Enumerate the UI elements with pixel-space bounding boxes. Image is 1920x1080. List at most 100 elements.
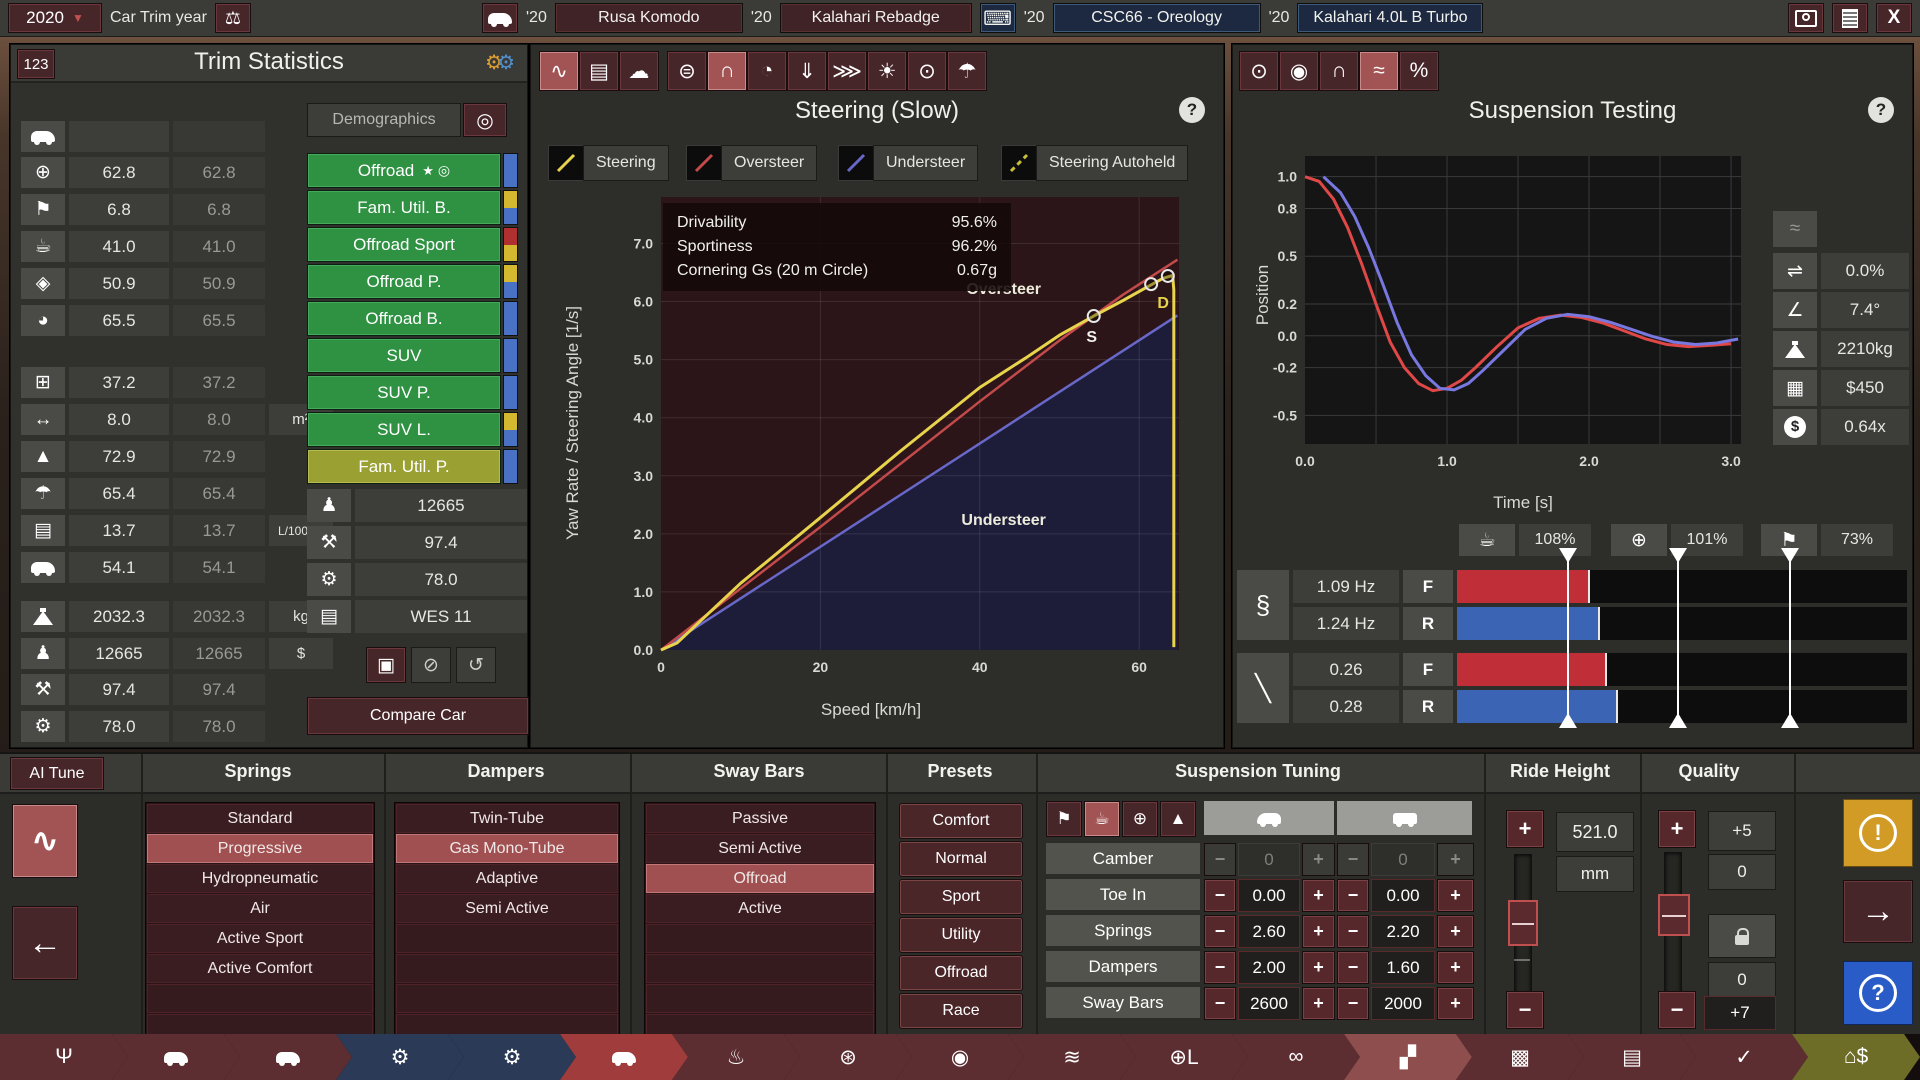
tyre-section-button[interactable]: ⊜ [667, 51, 707, 91]
tab-drivetrain[interactable]: Ψ [0, 1034, 128, 1080]
list-option[interactable]: Active Comfort [147, 954, 373, 983]
tab-gauges[interactable]: ∞ [1232, 1034, 1360, 1080]
markets-globe-button[interactable]: ◎ [463, 103, 507, 137]
notes-button[interactable] [1832, 3, 1868, 33]
brake-disc-button[interactable]: ◉ [1279, 51, 1319, 91]
quality-increase-button[interactable]: + [1658, 810, 1696, 848]
legend-sample-steering[interactable] [548, 145, 584, 181]
needle-top-marker[interactable] [1669, 548, 1687, 563]
preset-utility-button[interactable]: Utility [899, 917, 1023, 953]
ride-height-decrease-button[interactable]: − [1506, 991, 1544, 1029]
list-option[interactable]: Semi Active [646, 834, 874, 863]
ride-height-increase-button[interactable]: + [1506, 810, 1544, 848]
pedal-button[interactable]: ⇓ [787, 51, 827, 91]
close-button[interactable]: X [1876, 3, 1912, 33]
quality-slider-handle[interactable] [1658, 894, 1690, 936]
demographics-dropdown[interactable]: Demographics [307, 103, 461, 137]
car-slot-button[interactable]: Kalahari Rebadge [780, 3, 972, 33]
tab-body-options[interactable] [224, 1034, 352, 1080]
list-option[interactable]: Semi Active [396, 894, 618, 923]
list-option[interactable]: Active Sport [147, 924, 373, 953]
car-slot-button[interactable]: Rusa Komodo [555, 3, 743, 33]
ride-height-slider-handle[interactable] [1508, 900, 1538, 946]
economy-button[interactable]: % [1399, 51, 1439, 91]
tab-summary[interactable]: ▤ [1568, 1034, 1696, 1080]
decrease-button[interactable]: − [1204, 987, 1236, 1020]
demographic-item[interactable]: Offroad Sport [307, 227, 501, 262]
tyre-button[interactable]: ∩ [1319, 51, 1359, 91]
list-option[interactable]: Offroad [646, 864, 874, 893]
preset-offroad-button[interactable]: Offroad [899, 955, 1023, 991]
increase-button[interactable]: + [1302, 987, 1335, 1020]
demographic-item[interactable]: Fam. Util. B. [307, 190, 501, 225]
demographic-item[interactable]: SUV P. [307, 375, 501, 410]
needle-top-marker[interactable] [1559, 548, 1577, 563]
tab-brakes[interactable]: ◉ [896, 1034, 1024, 1080]
help-button[interactable]: ? [1843, 961, 1913, 1025]
compare-scales-button[interactable]: ⚖ [215, 3, 251, 33]
clone-trim-button[interactable]: ▣ [366, 647, 406, 683]
tab-markets[interactable]: ⌂$ [1792, 1034, 1920, 1080]
slot-icon-button[interactable] [482, 3, 518, 33]
temperature-button[interactable]: ☀ [867, 51, 907, 91]
list-option[interactable]: Gas Mono-Tube [396, 834, 618, 863]
preset-race-button[interactable]: Race [899, 993, 1023, 1029]
tab-engine[interactable]: ⚙ [336, 1034, 464, 1080]
decrease-button[interactable]: − [1337, 915, 1369, 948]
demographic-item[interactable]: SUV L. [307, 412, 501, 447]
increase-button[interactable]: + [1302, 951, 1335, 984]
tyre-grip-button[interactable]: ∩ [707, 51, 747, 91]
gauge-button[interactable]: ⊙ [907, 51, 947, 91]
tab-trim[interactable] [560, 1034, 688, 1080]
demographic-item[interactable]: SUV [307, 338, 501, 373]
tab-review[interactable]: ✓ [1680, 1034, 1808, 1080]
decrease-button[interactable]: − [1337, 951, 1369, 984]
increase-button[interactable]: + [1302, 879, 1335, 912]
increase-button[interactable]: + [1437, 987, 1474, 1020]
warning-button[interactable]: ! [1843, 799, 1913, 867]
decrease-button[interactable]: − [1204, 915, 1236, 948]
tab-exhaust[interactable]: ♨ [672, 1034, 800, 1080]
increase-button[interactable]: + [1437, 879, 1474, 912]
list-option[interactable]: Active [646, 894, 874, 923]
legend-sample-understeer[interactable] [838, 145, 874, 181]
needle-top-marker[interactable] [1781, 548, 1799, 563]
graph-view-button[interactable]: ∿ [539, 51, 579, 91]
demographic-item[interactable]: Offroad P. [307, 264, 501, 299]
legend-sample-oversteer[interactable] [686, 145, 722, 181]
comfort-tab[interactable]: ☕ [1084, 801, 1120, 837]
increase-button[interactable]: + [1437, 915, 1474, 948]
wet-road-button[interactable]: ☂ [947, 51, 987, 91]
needle-bottom-marker[interactable] [1781, 713, 1799, 728]
offroad-tab[interactable]: ▲ [1160, 801, 1196, 837]
tab-interior[interactable]: ⊕L [1120, 1034, 1248, 1080]
drivability-tab[interactable]: ⊕ [1122, 801, 1158, 837]
preset-comfort-button[interactable]: Comfort [899, 803, 1023, 839]
list-option[interactable]: Adaptive [396, 864, 618, 893]
tab-aero[interactable]: ≋ [1008, 1034, 1136, 1080]
car-slot-button[interactable]: CSC66 - Oreology [1053, 3, 1261, 33]
undo-button[interactable]: ↺ [456, 647, 496, 683]
needle-bottom-marker[interactable] [1559, 713, 1577, 728]
car-speed-button[interactable]: ⋙ [827, 51, 867, 91]
decrease-button[interactable]: − [1337, 987, 1369, 1020]
gauge-button[interactable]: ⊙ [1239, 51, 1279, 91]
tab-tyres[interactable]: ▩ [1456, 1034, 1584, 1080]
preset-sport-button[interactable]: Sport [899, 879, 1023, 915]
decrease-button[interactable]: − [1204, 879, 1236, 912]
list-option[interactable]: Air [147, 894, 373, 923]
screenshot-button[interactable] [1788, 3, 1824, 33]
suspension-wave-button[interactable]: ≈ [1359, 51, 1399, 91]
sportiness-tab[interactable]: ⚑ [1046, 801, 1082, 837]
tab-wheels[interactable]: ⊛ [784, 1034, 912, 1080]
back-button[interactable]: ← [12, 906, 78, 980]
ai-tune-tab[interactable]: AI Tune [10, 757, 104, 790]
legend-sample-steering-autoheld[interactable] [1001, 145, 1037, 181]
table-view-button[interactable]: ▤ [579, 51, 619, 91]
tune-graph-button[interactable]: ∿ [12, 804, 78, 878]
tab-car-body[interactable] [112, 1034, 240, 1080]
quality-lock-button[interactable] [1708, 914, 1776, 958]
tab-engine-options[interactable]: ⚙ [448, 1034, 576, 1080]
car-slot-button[interactable]: Kalahari 4.0L B Turbo [1297, 3, 1483, 33]
quality-decrease-button[interactable]: − [1658, 991, 1696, 1029]
